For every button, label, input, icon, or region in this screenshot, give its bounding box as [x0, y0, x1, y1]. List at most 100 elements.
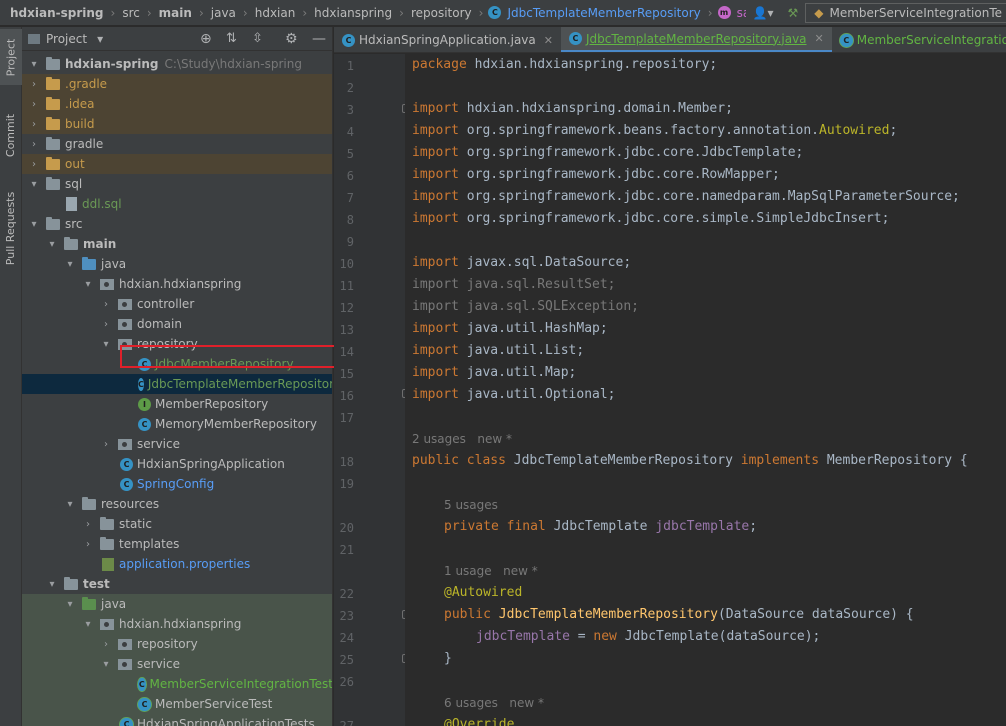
tree-item-resources[interactable]: ▾ resources [22, 494, 332, 514]
tree-item-test-package[interactable]: ▾ hdxian.hdxianspring [22, 614, 332, 634]
line-number: 4 [346, 125, 354, 139]
tree-item-spring-config[interactable]: C SpringConfig [22, 474, 332, 494]
tree-item-test-service[interactable]: ▾ service [22, 654, 332, 674]
tree-item-label: java [101, 257, 127, 271]
tree-item-out[interactable]: › out [22, 154, 332, 174]
spring-boot-class-icon: C [120, 457, 133, 471]
tree-item-label: service [137, 437, 180, 451]
chevron-right-icon: › [32, 118, 36, 130]
usages-hint[interactable]: 5 usages [444, 498, 498, 512]
breadcrumb-hdxian[interactable]: hdxian [253, 0, 298, 25]
tree-item-test-java[interactable]: ▾ java [22, 594, 332, 614]
tree-item-member-repository[interactable]: I MemberRepository [22, 394, 332, 414]
tree-item-member-service-test[interactable]: C MemberServiceTest [22, 694, 332, 714]
tree-item-gradle[interactable]: › gradle [22, 134, 332, 154]
tree-item-application-properties[interactable]: application.properties [22, 554, 332, 574]
expand-all-icon[interactable]: ⇅ [226, 31, 237, 46]
tree-item-build[interactable]: › build [22, 114, 332, 134]
tree-item-service[interactable]: › service [22, 434, 332, 454]
tree-item-src[interactable]: ▾ src [22, 214, 332, 234]
locate-icon[interactable]: ⊕ [200, 31, 212, 47]
test-source-folder-icon [82, 596, 96, 610]
tree-item-jdbc-template-member-repository[interactable]: C JdbcTemplateMemberRepository [22, 374, 332, 394]
breadcrumb-hdxianspring[interactable]: hdxianspring [312, 0, 394, 25]
usages-hint[interactable]: 1 usage new * [444, 564, 538, 578]
tree-item-label: hdxian-spring [65, 57, 159, 71]
editor-tabs: C HdxianSpringApplication.java ✕ C JdbcTemp… [334, 27, 1006, 53]
chevron-right-icon: › [302, 5, 308, 20]
rail-tab-pull-requests[interactable]: Pull Requests [0, 187, 22, 269]
project-icon [28, 33, 40, 44]
tab-hdxian-spring-application[interactable]: C HdxianSpringApplication.java ✕ [334, 27, 561, 52]
usages-hint[interactable]: 6 usages new * [444, 696, 544, 710]
tree-item-package[interactable]: ▾ hdxian.hdxianspring [22, 274, 332, 294]
tree-item-repository[interactable]: ▾ repository [22, 334, 332, 354]
line-number: 8 [346, 213, 354, 227]
package-icon [118, 298, 132, 310]
tree-item-hdxian-spring[interactable]: ▾ hdxian-spring C:\Study\hdxian-spring [22, 54, 332, 74]
breadcrumb-java[interactable]: java [209, 0, 238, 25]
package-icon [118, 338, 132, 350]
tree-item-ddl-sql[interactable]: ddl.sql [22, 194, 332, 214]
tree-item-member-service-integration-test[interactable]: C MemberServiceIntegrationTest [22, 674, 332, 694]
tree-item-hdxian-spring-application-tests[interactable]: C HdxianSpringApplicationTests [22, 714, 332, 726]
class-icon: C [138, 417, 151, 431]
chevron-down-icon[interactable]: ▾ [97, 32, 103, 46]
code-editor[interactable]: package hdxian.hdxianspring.repository; … [405, 54, 1006, 726]
tab-jdbc-template-member-repository[interactable]: C JdbcTemplateMemberRepository.java ✕ [560, 27, 832, 52]
line-number: 27 [339, 719, 354, 726]
tree-item-label: build [65, 117, 95, 131]
account-button[interactable]: 👤▾ [746, 0, 781, 25]
code-line: jdbcTemplate = new JdbcTemplate(dataSour… [476, 629, 821, 644]
breadcrumb-project[interactable]: hdxian-spring [0, 0, 106, 25]
breadcrumb-src[interactable]: src [120, 0, 142, 25]
breadcrumb-class[interactable]: C JdbcTemplateMemberRepository [488, 0, 702, 25]
code-line: import org.springframework.jdbc.core.nam… [412, 189, 960, 204]
tab-label: JdbcTemplateMemberRepository.java [585, 31, 807, 46]
tree-item-java[interactable]: ▾ java [22, 254, 332, 274]
tree-item-test[interactable]: ▾ test [22, 574, 332, 594]
package-icon [100, 278, 114, 290]
chevron-right-icon: › [104, 638, 108, 650]
chevron-down-icon: ▾ [103, 338, 109, 350]
tree-item-gradle-dir[interactable]: › .gradle [22, 74, 332, 94]
tree-item-controller[interactable]: › controller [22, 294, 332, 314]
minimize-icon[interactable]: — [312, 31, 326, 47]
tree-item-jdbc-member-repository[interactable]: C JdbcMemberRepository [22, 354, 332, 374]
tree-item-templates[interactable]: › templates [22, 534, 332, 554]
rail-tab-label: Commit [4, 113, 18, 157]
test-class-icon: C [120, 717, 133, 726]
chevron-down-icon: ▾ [49, 238, 55, 250]
collapse-all-icon[interactable]: ⇳ [252, 31, 263, 46]
tree-item-label: .gradle [65, 77, 108, 91]
tree-item-label: ddl.sql [82, 197, 122, 211]
package-icon [118, 638, 132, 650]
folder-icon [100, 536, 114, 550]
usages-hint[interactable]: 2 usages new * [412, 432, 512, 446]
line-number: 6 [346, 169, 354, 183]
breadcrumb-repository[interactable]: repository [409, 0, 474, 25]
breadcrumb-main[interactable]: main [157, 0, 194, 25]
line-number: 22 [339, 587, 354, 601]
tree-item-domain[interactable]: › domain [22, 314, 332, 334]
rail-tab-project[interactable]: Project [0, 29, 22, 85]
tree-item-label: JdbcMemberRepository [155, 357, 294, 371]
tree-item-static[interactable]: › static [22, 514, 332, 534]
tree-item-hdxian-spring-application[interactable]: C HdxianSpringApplication [22, 454, 332, 474]
tree-item-main[interactable]: ▾ main [22, 234, 332, 254]
rail-tab-commit[interactable]: Commit [0, 107, 22, 163]
gear-icon[interactable]: ⚙ [285, 31, 298, 47]
tool-window-rail: Project Commit Pull Requests [0, 27, 22, 726]
build-button[interactable]: ⚒ [780, 0, 805, 25]
tree-item-sql[interactable]: ▾ sql [22, 174, 332, 194]
test-class-icon: C [839, 33, 853, 47]
close-icon[interactable]: ✕ [544, 34, 553, 47]
tree-item-memory-member-repository[interactable]: C MemoryMemberRepository [22, 414, 332, 434]
run-config-select[interactable]: ◆ MemberServiceIntegrationTe [805, 3, 1006, 23]
close-icon[interactable]: ✕ [815, 32, 824, 45]
tree-item-test-repository[interactable]: › repository [22, 634, 332, 654]
tree-item-idea[interactable]: › .idea [22, 94, 332, 114]
chevron-right-icon: › [86, 538, 90, 550]
tab-member-service-integration-test[interactable]: CMemberServiceIntegrationTest.java [832, 27, 1006, 52]
line-number: 1 [346, 59, 354, 73]
